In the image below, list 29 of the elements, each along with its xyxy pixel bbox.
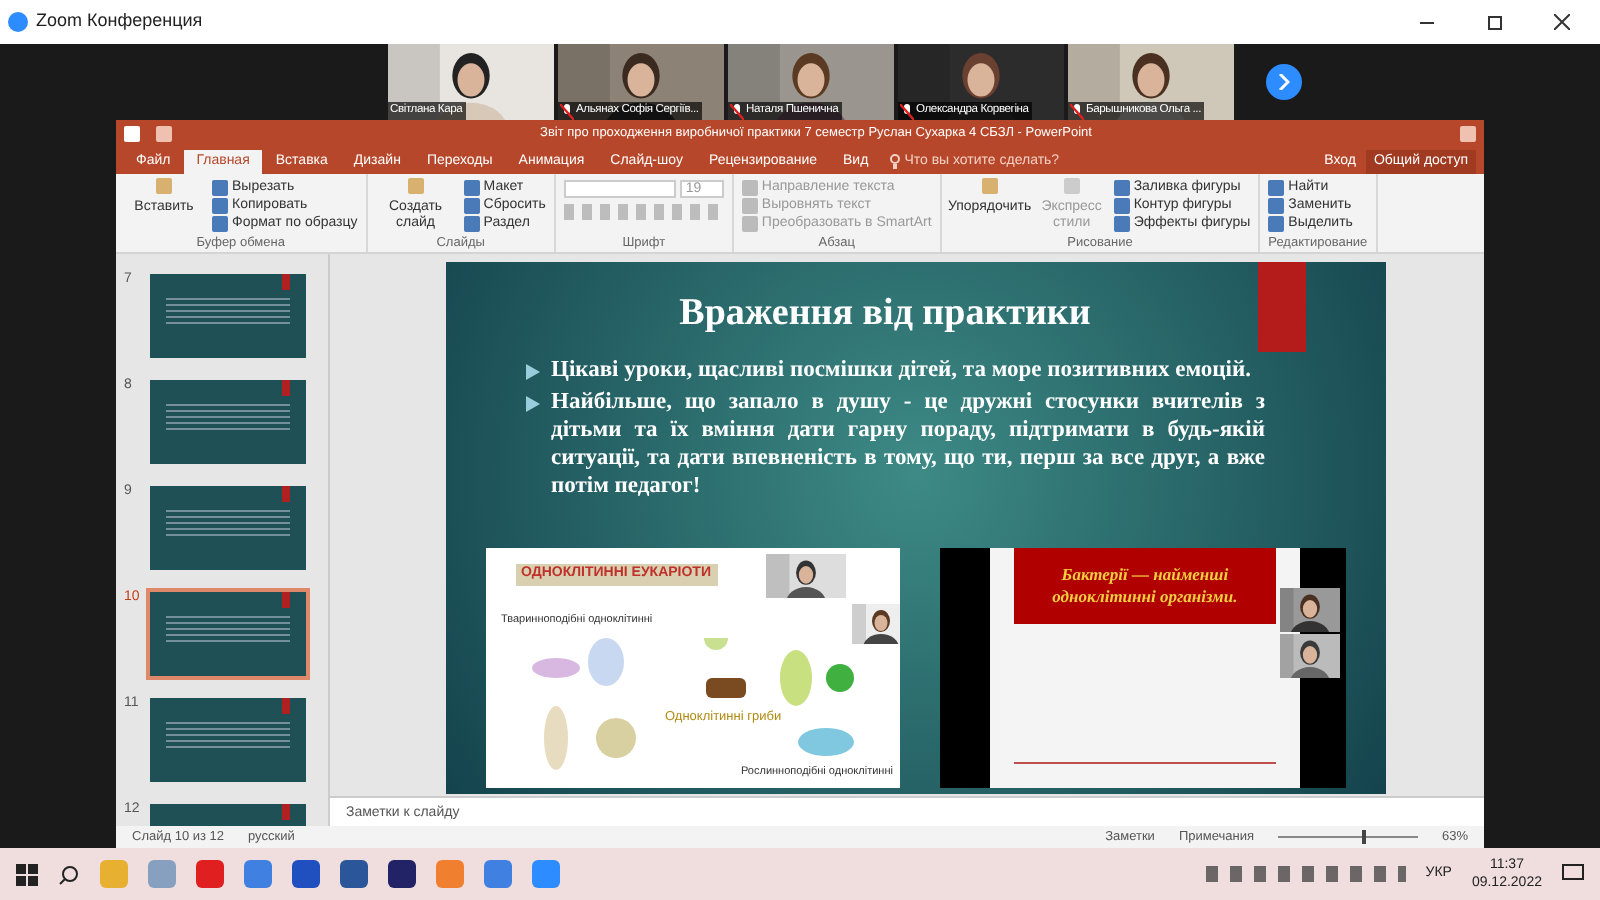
- chevron-right-icon: [1278, 74, 1290, 90]
- slide-title: Враження від практики: [677, 290, 1093, 338]
- accent-bar: [1257, 262, 1305, 352]
- slide-thumbnail[interactable]: [146, 482, 310, 574]
- bullet-icon: [525, 395, 539, 411]
- lightbulb-icon: [890, 154, 901, 170]
- app-icon[interactable]: [292, 860, 320, 888]
- next-page-button[interactable]: [1266, 64, 1302, 100]
- windows-icon[interactable]: [16, 863, 38, 885]
- app-icon[interactable]: [340, 860, 368, 888]
- zoom-logo-icon: [8, 12, 28, 32]
- slide-thumbnail[interactable]: [146, 588, 310, 680]
- slide-thumbnail[interactable]: [146, 694, 310, 786]
- slide-thumbnail[interactable]: [146, 270, 310, 362]
- font-name-field[interactable]: [563, 180, 676, 198]
- image-caption: Бактерії — найменші одноклітинні організми.: [1050, 564, 1240, 608]
- app-icon[interactable]: [388, 860, 416, 888]
- search-icon[interactable]: [58, 863, 80, 885]
- zoom-slider-thumb[interactable]: [1361, 830, 1366, 844]
- document-icon: [407, 178, 424, 194]
- slide-thumbnail[interactable]: [146, 376, 310, 468]
- notification-icon[interactable]: [1562, 864, 1584, 884]
- window-title: Zoom Конференция: [36, 8, 203, 35]
- bullet-text: Найбільше, що запало в душу - це дружні стосунки вчителів з дітьми та їх вміння дати гарну пораду, підтримати в будь-якій ситуації, та дати впевненість в тому, що ти, перш за все друг, а вже потім педагог!: [551, 387, 1265, 499]
- close-icon: [1554, 14, 1570, 30]
- document-icon: [981, 178, 998, 194]
- document-icon: [156, 178, 172, 194]
- bullet-text: Цікаві уроки, щасливі посмішки дітей, та море позитивних емоцій.: [551, 355, 1251, 383]
- bullet-icon: [525, 363, 539, 379]
